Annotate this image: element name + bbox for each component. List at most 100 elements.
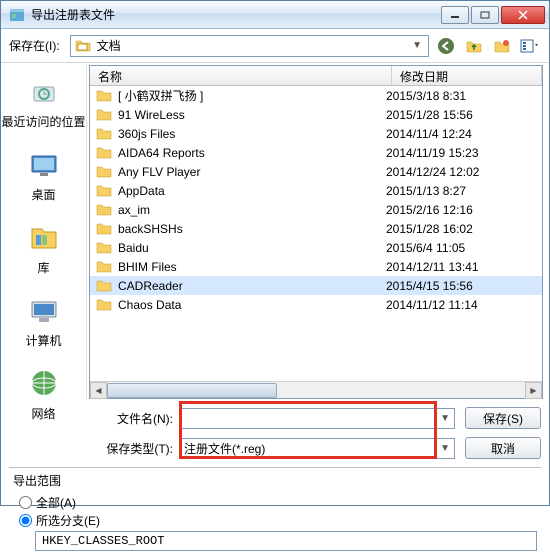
filetype-label: 保存类型(T): xyxy=(93,440,179,457)
save-form: 文件名(N): ▼ 保存(S) 保存类型(T): 注册文件(*.reg) ▼ 取… xyxy=(1,399,549,461)
save-button[interactable]: 保存(S) xyxy=(465,407,541,429)
up-folder-button[interactable] xyxy=(463,35,485,57)
main-area: 最近访问的位置桌面库计算机网络 名称 修改日期 [ 小鹤双拼飞扬 ]2015/3… xyxy=(1,63,549,399)
file-row[interactable]: 360js Files2014/11/4 12:24 xyxy=(90,124,542,143)
file-row[interactable]: ax_im2015/2/16 12:16 xyxy=(90,200,542,219)
recent-icon xyxy=(26,73,62,109)
file-date: 2014/11/12 11:14 xyxy=(386,298,536,312)
export-range-title: 导出范围 xyxy=(13,472,537,489)
filename-input[interactable]: ▼ xyxy=(179,408,455,429)
chevron-down-icon: ▼ xyxy=(410,40,424,51)
file-list[interactable]: [ 小鹤双拼飞扬 ]2015/3/18 8:3191 WireLess2015/… xyxy=(90,86,542,381)
titlebar: 导出注册表文件 xyxy=(1,1,549,29)
filename-label: 文件名(N): xyxy=(93,410,179,427)
sidebar-item-label: 库 xyxy=(37,259,49,276)
file-name: AppData xyxy=(118,184,386,198)
file-name: Chaos Data xyxy=(118,298,386,312)
file-row[interactable]: Baidu2015/6/4 11:05 xyxy=(90,238,542,257)
horizontal-scrollbar[interactable]: ◀ ▶ xyxy=(90,381,542,398)
file-date: 2015/4/15 15:56 xyxy=(386,279,536,293)
desktop-icon xyxy=(26,146,62,182)
chevron-down-icon[interactable]: ▼ xyxy=(440,443,450,454)
radio-branch[interactable] xyxy=(19,514,32,527)
location-text: 文档 xyxy=(97,37,410,54)
file-name: Baidu xyxy=(118,241,386,255)
folder-icon xyxy=(96,126,112,142)
folder-icon xyxy=(96,164,112,180)
file-row[interactable]: CADReader2015/4/15 15:56 xyxy=(90,276,542,295)
folder-icon xyxy=(96,88,112,104)
computer-icon xyxy=(26,292,62,328)
folder-icon xyxy=(96,221,112,237)
sidebar-item-recent[interactable]: 最近访问的位置 xyxy=(1,67,86,140)
file-name: ax_im xyxy=(118,203,386,217)
sidebar-item-label: 最近访问的位置 xyxy=(1,113,85,130)
export-all-radio[interactable]: 全部(A) xyxy=(19,493,537,511)
new-folder-button[interactable] xyxy=(491,35,513,57)
network-icon xyxy=(26,365,62,401)
file-date: 2015/1/28 16:02 xyxy=(386,222,536,236)
file-row[interactable]: [ 小鹤双拼飞扬 ]2015/3/18 8:31 xyxy=(90,86,542,105)
file-name: 360js Files xyxy=(118,127,386,141)
file-row[interactable]: Any FLV Player2014/12/24 12:02 xyxy=(90,162,542,181)
col-date[interactable]: 修改日期 xyxy=(392,66,542,85)
location-dropdown[interactable]: 文档 ▼ xyxy=(70,35,429,57)
folder-icon xyxy=(96,183,112,199)
sidebar-item-computer[interactable]: 计算机 xyxy=(1,286,86,359)
divider xyxy=(9,467,541,468)
filetype-value: 注册文件(*.reg) xyxy=(184,440,440,457)
folder-icon xyxy=(96,145,112,161)
cancel-button[interactable]: 取消 xyxy=(465,437,541,459)
folder-icon xyxy=(96,240,112,256)
sidebar-item-desktop[interactable]: 桌面 xyxy=(1,140,86,213)
back-button[interactable] xyxy=(435,35,457,57)
folder-icon xyxy=(96,297,112,313)
file-row[interactable]: AppData2015/1/13 8:27 xyxy=(90,181,542,200)
scroll-thumb[interactable] xyxy=(107,383,277,398)
file-row[interactable]: backSHSHs2015/1/28 16:02 xyxy=(90,219,542,238)
folder-icon xyxy=(96,278,112,294)
filetype-dropdown[interactable]: 注册文件(*.reg) ▼ xyxy=(179,438,455,459)
file-list-pane: 名称 修改日期 [ 小鹤双拼飞扬 ]2015/3/18 8:3191 WireL… xyxy=(89,65,543,399)
file-name: CADReader xyxy=(118,279,386,293)
documents-icon xyxy=(75,38,91,54)
minimize-button[interactable] xyxy=(441,6,469,24)
sidebar-item-libraries[interactable]: 库 xyxy=(1,213,86,286)
radio-all[interactable] xyxy=(19,496,32,509)
file-name: BHIM Files xyxy=(118,260,386,274)
folder-icon xyxy=(96,259,112,275)
sidebar-item-label: 计算机 xyxy=(25,332,61,349)
scroll-right-button[interactable]: ▶ xyxy=(525,382,542,399)
save-dialog: 导出注册表文件 保存在(I): 文档 ▼ 最近访问的位置桌面库计算机网络 名称 … xyxy=(0,0,550,506)
folder-icon xyxy=(96,202,112,218)
window-title: 导出注册表文件 xyxy=(31,6,115,23)
file-row[interactable]: Chaos Data2014/11/12 11:14 xyxy=(90,295,542,314)
sidebar-item-label: 桌面 xyxy=(31,186,55,203)
file-date: 2014/12/11 13:41 xyxy=(386,260,536,274)
export-range-group: 导出范围 全部(A) 所选分支(E) HKEY_CLASSES_ROOT xyxy=(1,472,549,559)
export-branch-label: 所选分支(E) xyxy=(36,512,100,529)
file-row[interactable]: AIDA64 Reports2014/11/19 15:23 xyxy=(90,143,542,162)
close-button[interactable] xyxy=(501,6,545,24)
libraries-icon xyxy=(26,219,62,255)
regedit-icon xyxy=(9,7,25,23)
file-name: 91 WireLess xyxy=(118,108,386,122)
file-date: 2015/2/16 12:16 xyxy=(386,203,536,217)
column-headers[interactable]: 名称 修改日期 xyxy=(90,66,542,86)
places-sidebar: 最近访问的位置桌面库计算机网络 xyxy=(1,63,87,399)
file-date: 2015/1/13 8:27 xyxy=(386,184,536,198)
scroll-left-button[interactable]: ◀ xyxy=(90,382,107,399)
toolbar: 保存在(I): 文档 ▼ xyxy=(1,29,549,63)
file-row[interactable]: BHIM Files2014/12/11 13:41 xyxy=(90,257,542,276)
export-branch-radio[interactable]: 所选分支(E) xyxy=(19,511,537,529)
chevron-down-icon[interactable]: ▼ xyxy=(440,413,450,424)
file-date: 2014/11/19 15:23 xyxy=(386,146,536,160)
folder-icon xyxy=(96,107,112,123)
file-name: backSHSHs xyxy=(118,222,386,236)
file-row[interactable]: 91 WireLess2015/1/28 15:56 xyxy=(90,105,542,124)
branch-path-input[interactable]: HKEY_CLASSES_ROOT xyxy=(35,531,537,551)
maximize-button[interactable] xyxy=(471,6,499,24)
view-menu-button[interactable] xyxy=(519,35,541,57)
col-name[interactable]: 名称 xyxy=(90,66,392,85)
export-all-label: 全部(A) xyxy=(36,494,76,511)
